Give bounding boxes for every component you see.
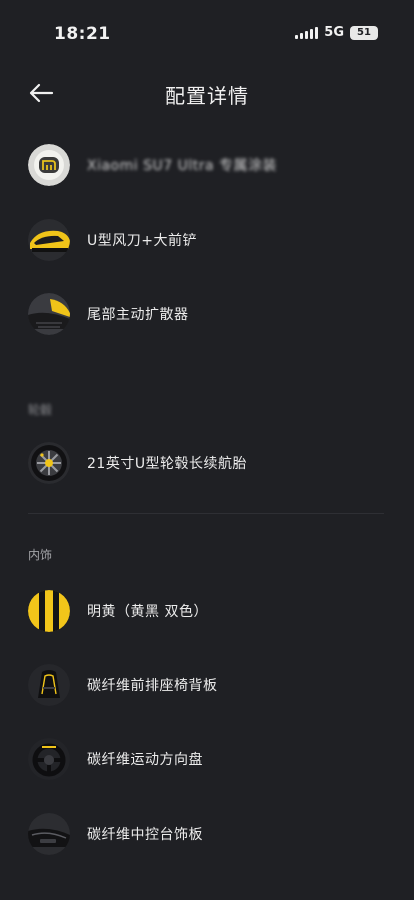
- section-title-interior: 内饰: [28, 548, 53, 562]
- config-item-wheels[interactable]: 21英寸U型轮毂长续航胎: [28, 441, 384, 485]
- config-item-label: 21英寸U型轮毂长续航胎: [87, 456, 248, 472]
- battery-icon: 51: [350, 25, 378, 40]
- config-item-label: 碳纤维运动方向盘: [87, 752, 203, 768]
- center-console-thumbnail: [28, 813, 70, 855]
- config-item-label: Xiaomi SU7 Ultra 专属涂装: [87, 158, 278, 174]
- config-item-label: 碳纤维前排座椅背板: [87, 678, 218, 694]
- seat-back-thumbnail: [28, 664, 70, 706]
- page-title: 配置详情: [165, 84, 249, 108]
- status-indicators: 5G 51: [295, 25, 378, 40]
- section-title-wheels: 轮毂: [28, 403, 53, 417]
- config-item-label: 明黄（黄黑 双色）: [87, 604, 208, 620]
- section-divider: [28, 513, 384, 514]
- rear-diffuser-thumbnail: [28, 293, 70, 335]
- network-type: 5G: [324, 25, 344, 40]
- brand-badge-thumbnail: [28, 144, 70, 186]
- front-splitter-thumbnail: [28, 219, 70, 261]
- yellow-black-color-swatch: [28, 590, 70, 632]
- config-item-label: 尾部主动扩散器: [87, 307, 189, 323]
- config-item-center-console[interactable]: 碳纤维中控台饰板: [28, 812, 384, 856]
- config-item-label: 碳纤维中控台饰板: [87, 827, 203, 843]
- header: 配置详情: [0, 70, 414, 116]
- config-item-exterior-paint[interactable]: Xiaomi SU7 Ultra 专属涂装: [28, 143, 384, 187]
- status-time: 18:21: [54, 24, 111, 44]
- status-bar: 18:21 5G 51: [0, 0, 414, 66]
- config-item-label: U型风刀+大前铲: [87, 233, 197, 249]
- steering-wheel-thumbnail: [28, 738, 70, 780]
- wheel-thumbnail: [28, 442, 70, 484]
- config-item-front-splitter[interactable]: U型风刀+大前铲: [28, 218, 384, 262]
- config-item-rear-diffuser[interactable]: 尾部主动扩散器: [28, 292, 384, 336]
- config-item-seat-back[interactable]: 碳纤维前排座椅背板: [28, 663, 384, 707]
- config-item-steering-wheel[interactable]: 碳纤维运动方向盘: [28, 737, 384, 781]
- config-item-interior-color[interactable]: 明黄（黄黑 双色）: [28, 589, 384, 633]
- signal-bars-icon: [295, 26, 319, 39]
